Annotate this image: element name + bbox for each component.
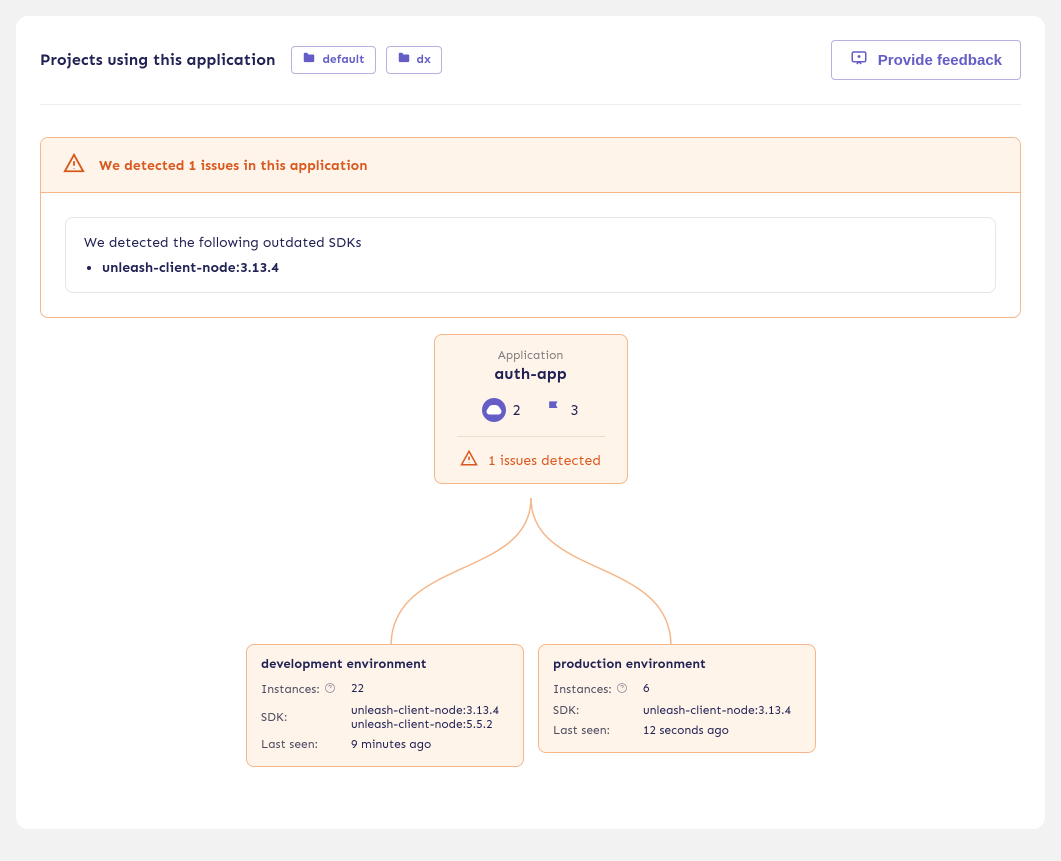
folder-icon [397,51,411,69]
app-card-divider [457,436,605,437]
connector-lines [341,498,721,648]
alert-body: We detected the following outdated SDKs … [41,193,1020,317]
main-card: Projects using this application default … [16,16,1045,829]
divider [40,104,1021,105]
diagram: Application auth-app 2 3 1 [40,334,1021,774]
instances-value: 6 [643,682,801,698]
instances-label: Instances: [261,682,347,698]
application-card: Application auth-app 2 3 1 [434,334,628,484]
header-row: Projects using this application default … [40,40,1021,80]
page-title: Projects using this application [40,51,275,70]
last-seen-value: 12 seconds ago [643,724,801,738]
env-details: Instances: 6 SDK: unleash-client-node:3.… [553,682,801,738]
last-seen-label: Last seen: [261,738,347,752]
last-seen-label: Last seen: [553,724,639,738]
sdk-value: unleash-client-node:3.13.4 unleash-clien… [351,704,509,732]
alert-header: We detected 1 issues in this application [41,138,1020,193]
application-label: Application [443,349,619,363]
instances-stat: 2 [482,398,520,422]
alert-body-intro: We detected the following outdated SDKs [84,234,977,251]
outdated-sdk-list: unleash-client-node:3.13.4 [84,259,977,276]
chip-label: dx [417,53,431,67]
project-chip-dx[interactable]: dx [386,46,442,74]
sdk-detail-box: We detected the following outdated SDKs … [65,217,996,293]
issues-detected: 1 issues detected [443,449,619,471]
feedback-icon [850,49,868,71]
env-title: production environment [553,657,801,672]
project-chip-default[interactable]: default [291,46,375,74]
environment-card-development: development environment Instances: 22 SD… [246,644,524,767]
environment-card-production: production environment Instances: 6 SDK:… [538,644,816,753]
flags-count: 3 [571,401,579,419]
outdated-sdk-item: unleash-client-node:3.13.4 [102,259,977,276]
sdk-label: SDK: [261,704,347,732]
help-icon[interactable] [616,682,628,698]
chip-label: default [322,53,364,67]
issues-alert: We detected 1 issues in this application… [40,137,1021,318]
help-icon[interactable] [324,682,336,698]
warning-icon [63,152,85,178]
env-details: Instances: 22 SDK: unleash-client-node:3… [261,682,509,752]
instances-value: 22 [351,682,509,698]
header-left: Projects using this application default … [40,46,442,74]
folder-icon [302,51,316,69]
application-stats: 2 3 [443,398,619,422]
application-name: auth-app [443,365,619,384]
instances-label: Instances: [553,682,639,698]
flag-icon [545,398,565,422]
instances-count: 2 [512,401,520,419]
provide-feedback-button[interactable]: Provide feedback [831,40,1021,80]
last-seen-value: 9 minutes ago [351,738,509,752]
issues-text: 1 issues detected [488,452,601,469]
sdk-value: unleash-client-node:3.13.4 [643,704,801,718]
project-chips: default dx [291,46,441,74]
flags-stat: 3 [545,398,579,422]
cloud-icon [482,398,506,422]
alert-title: We detected 1 issues in this application [99,157,368,174]
warning-icon [460,449,478,471]
env-title: development environment [261,657,509,672]
feedback-label: Provide feedback [878,52,1002,69]
sdk-label: SDK: [553,704,639,718]
